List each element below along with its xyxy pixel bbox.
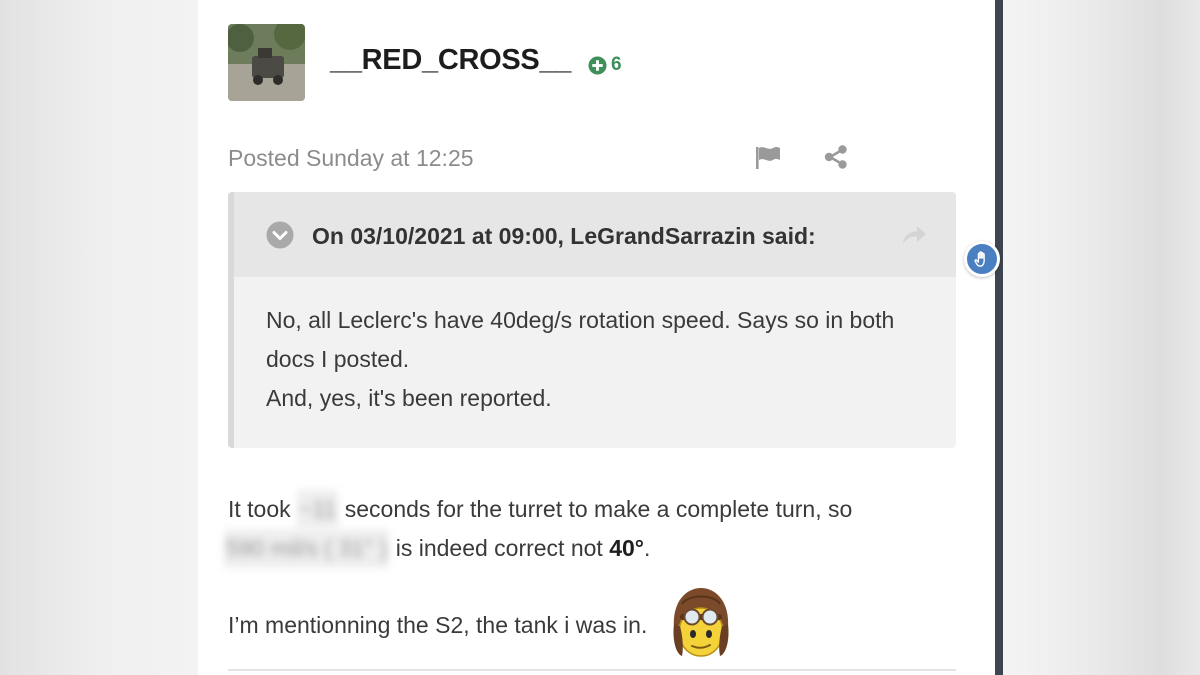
quote-header: On 03/10/2021 at 09:00, LeGrandSarrazin …	[234, 192, 956, 277]
author-username[interactable]: __RED_CROSS__	[330, 44, 571, 77]
go-to-quoted-post-button[interactable]	[900, 222, 928, 248]
post-divider	[228, 669, 956, 671]
reputation-count: 6	[611, 54, 622, 75]
avatar-image	[228, 24, 305, 101]
reputation-badge[interactable]: 6	[588, 54, 622, 76]
hand-icon	[974, 251, 985, 267]
chevron-down-circle-icon	[266, 221, 294, 249]
post-timestamp[interactable]: Posted Sunday at 12:25	[228, 145, 474, 172]
aviator-smiley-icon	[668, 584, 734, 662]
timeline-rail	[995, 0, 1003, 675]
post-paragraph: 590 mil/s ( 31° ) is indeed correct not …	[224, 529, 968, 568]
quote-toggle-button[interactable]	[266, 221, 294, 249]
redacted-value: ~11	[297, 490, 339, 529]
share-icon	[824, 145, 847, 169]
post-text: It took	[228, 496, 291, 522]
redacted-value: 590 mil/s ( 31° )	[224, 529, 390, 568]
plus-circle-icon	[588, 55, 607, 75]
post-bold-text: 40°	[609, 535, 644, 561]
page-background-left	[0, 0, 198, 675]
quote-block: On 03/10/2021 at 09:00, LeGrandSarrazin …	[228, 192, 956, 448]
page-background-right	[1003, 0, 1200, 675]
avatar[interactable]	[228, 24, 305, 101]
quote-citation[interactable]: On 03/10/2021 at 09:00, LeGrandSarrazin …	[312, 223, 816, 250]
reply-arrow-icon	[903, 226, 926, 244]
post-content: It took ~11 seconds for the turret to ma…	[224, 490, 968, 666]
post-text: seconds for the turret to make a complet…	[344, 496, 853, 522]
quote-paragraph: No, all Leclerc's have 40deg/s rotation …	[266, 307, 895, 372]
quote-content: No, all Leclerc's have 40deg/s rotation …	[266, 301, 936, 418]
post-text: I’m mentionning the S2, the tank i was i…	[228, 612, 648, 639]
flag-icon	[756, 147, 780, 169]
report-button[interactable]	[753, 143, 783, 173]
post-paragraph: I’m mentionning the S2, the tank i was i…	[228, 588, 968, 666]
quote-paragraph: And, yes, it's been reported.	[266, 385, 552, 411]
share-button[interactable]	[822, 143, 852, 173]
timeline-drag-handle[interactable]	[964, 241, 1000, 277]
post-text: is indeed correct not	[395, 535, 603, 561]
post-text: .	[644, 535, 651, 561]
post-paragraph: It took ~11 seconds for the turret to ma…	[228, 490, 968, 529]
